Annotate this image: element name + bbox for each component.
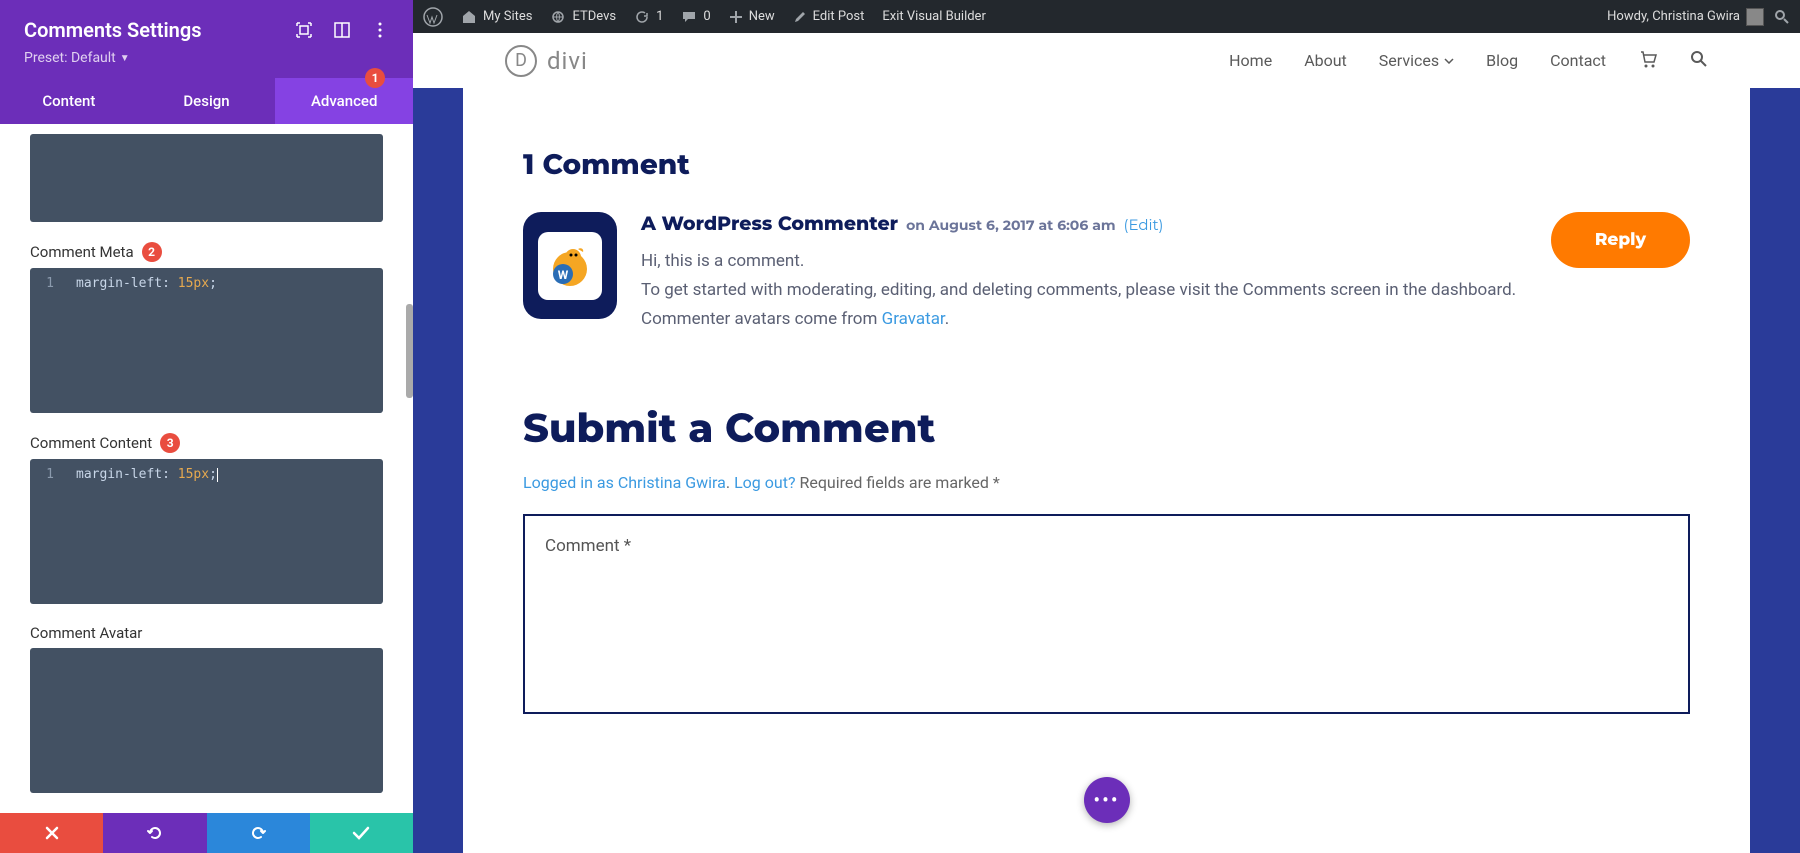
logout-link[interactable]: Log out? [734,473,795,492]
section-comment-content: Comment Content 3 [30,433,383,453]
comments-title: 1 Comment [523,148,1690,182]
settings-tabs: Content Design Advanced 1 [0,78,413,124]
nav-services[interactable]: Services [1379,51,1454,70]
my-sites-link[interactable]: My Sites [461,9,532,24]
undo-button[interactable] [103,813,206,853]
badge-3: 3 [160,433,180,453]
user-avatar-icon [1746,8,1764,26]
wapuu-icon: W [538,232,602,300]
nav-contact[interactable]: Contact [1550,51,1606,70]
comments-link[interactable]: 0 [681,9,710,24]
cart-icon[interactable] [1638,49,1658,73]
svg-text:W: W [558,268,569,282]
wp-logo-icon[interactable] [423,7,443,27]
code-editor-meta[interactable]: 1 margin-left: 15px; [30,268,383,413]
divi-logo-icon: D [505,45,537,77]
tab-content[interactable]: Content [0,78,138,124]
settings-sidebar: Comments Settings Preset: Default ▼ [0,0,413,853]
submit-title: Submit a Comment [523,404,1690,453]
save-button[interactable] [310,813,413,853]
edit-post-link[interactable]: Edit Post [793,9,865,24]
preset-label: Preset: Default [24,50,116,66]
chevron-down-icon: ▼ [120,53,130,64]
section-comment-avatar: Comment Avatar [30,624,383,642]
comment-text: Hi, this is a comment. To get started wi… [641,247,1690,334]
submit-section: Submit a Comment Logged in as Christina … [523,404,1690,718]
code-editor-avatar[interactable] [30,648,383,793]
sidebar-footer [0,813,413,853]
sidebar-body: Comment Meta 2 1 margin-left: 15px; Comm… [0,124,413,813]
chevron-down-icon [1444,58,1454,64]
comment-item: W A WordPress Commenter on August 6, 201… [523,212,1690,334]
redo-button[interactable] [207,813,310,853]
nav-home[interactable]: Home [1229,51,1272,70]
comment-edit-link[interactable]: (Edit) [1124,215,1164,234]
tab-advanced-badge: 1 [365,68,385,88]
nav-search-icon[interactable] [1690,50,1708,72]
comment-avatar: W [523,212,617,319]
sidebar-header: Comments Settings Preset: Default ▼ [0,0,413,78]
section-comment-meta: Comment Meta 2 [30,242,383,262]
exit-vb-link[interactable]: Exit Visual Builder [882,9,985,24]
code-editor-top[interactable] [30,134,383,222]
site-logo[interactable]: D divi [505,45,588,77]
nav-blog[interactable]: Blog [1486,51,1518,70]
dots-icon: ••• [1093,788,1119,812]
howdy-link[interactable]: Howdy, Christina Gwira [1607,8,1764,26]
site-link[interactable]: ETDevs [550,9,616,24]
preset-dropdown[interactable]: Preset: Default ▼ [24,50,389,66]
search-icon[interactable] [1774,9,1790,25]
tab-design[interactable]: Design [138,78,276,124]
scrollbar-thumb[interactable] [406,304,413,398]
main-nav: Home About Services Blog Contact [1229,49,1708,73]
badge-2: 2 [142,242,162,262]
layout-icon[interactable] [333,21,351,39]
comment-date: on August 6, 2017 at 6:06 am [906,216,1115,234]
main-area: My Sites ETDevs 1 0 New [413,0,1800,853]
comment-textarea[interactable] [523,514,1690,714]
tab-advanced[interactable]: Advanced 1 [275,78,413,124]
code-editor-content[interactable]: 1 margin-left: 15px; [30,459,383,604]
sidebar-title: Comments Settings [24,18,201,42]
cancel-button[interactable] [0,813,103,853]
comment-author: A WordPress Commenter [641,212,898,235]
new-link[interactable]: New [729,9,775,24]
wp-adminbar: My Sites ETDevs 1 0 New [413,0,1800,33]
site-header: D divi Home About Services Blog Contact [413,33,1800,88]
nav-about[interactable]: About [1304,51,1347,70]
more-icon[interactable] [371,21,389,39]
content-card: 1 Comment W [463,88,1750,853]
reply-button[interactable]: Reply [1551,212,1690,268]
submit-info: Logged in as Christina Gwira. Log out? R… [523,473,1690,492]
divi-fab-button[interactable]: ••• [1084,777,1130,823]
gravatar-link[interactable]: Gravatar [882,309,945,329]
updates-link[interactable]: 1 [634,9,663,25]
expand-icon[interactable] [295,21,313,39]
logged-in-link[interactable]: Logged in as Christina Gwira [523,473,726,492]
